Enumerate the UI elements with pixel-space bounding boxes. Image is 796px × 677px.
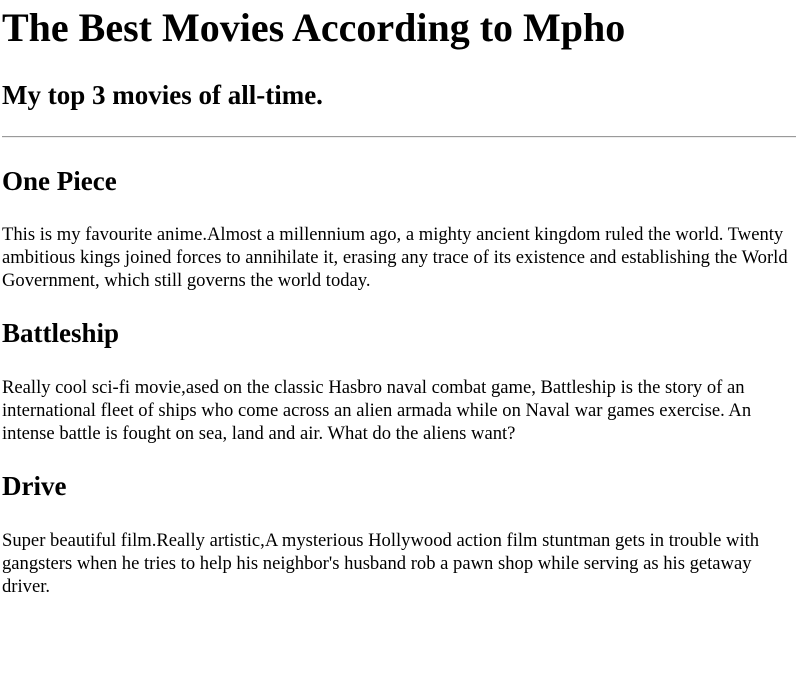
- movie-description-one-piece: This is my favourite anime.Almost a mill…: [2, 224, 788, 291]
- page-subtitle: My top 3 movies of all-time.: [2, 80, 323, 110]
- movie-title-one-piece: One Piece: [2, 166, 117, 196]
- movie-description-drive: Super beautiful film.Really artistic,A m…: [2, 530, 760, 597]
- movie-description-battleship: Really cool sci-fi movie,ased on the cla…: [2, 377, 752, 444]
- page: The Best Movies According to Mpho My top…: [0, 0, 796, 677]
- page-title: The Best Movies According to Mpho: [2, 5, 626, 50]
- section-divider: [2, 136, 796, 138]
- movie-title-drive: Drive: [2, 471, 67, 501]
- movie-title-battleship: Battleship: [2, 318, 120, 348]
